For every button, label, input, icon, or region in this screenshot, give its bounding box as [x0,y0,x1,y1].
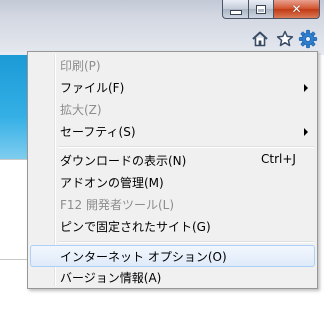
menu-item-label: セーフティ(S) [60,125,136,139]
menu-item-label: アドオンの管理(M) [60,176,164,190]
menu-item-developer-tools[interactable]: F12 開発者ツール(L) [30,193,315,215]
menu-item-file[interactable]: ファイル(F) [30,76,315,98]
menu-item-label: 印刷(P) [60,59,101,73]
menu-item-view-downloads[interactable]: ダウンロードの表示(N) Ctrl+J [30,149,315,171]
menu-item-internet-options[interactable]: インターネット オプション(O) [30,245,315,267]
page-banner [0,55,27,159]
menu-item-label: 拡大(Z) [60,103,102,117]
menu-item-label: バージョン情報(A) [60,271,162,285]
home-icon [252,31,268,47]
menu-item-safety[interactable]: セーフティ(S) [30,120,315,142]
menu-item-zoom[interactable]: 拡大(Z) [30,98,315,120]
menu-separator [58,146,314,148]
menu-item-about[interactable]: バージョン情報(A) [30,266,315,288]
maximize-icon [256,4,266,14]
gear-icon [298,29,318,49]
star-icon [276,30,294,47]
tools-button[interactable] [298,29,318,49]
command-icons [250,29,320,49]
page-content-right [318,55,324,332]
caption-buttons: ✕ [222,0,320,20]
menu-item-label: ダウンロードの表示(N) [60,154,187,168]
submenu-arrow-icon [304,128,308,136]
menu-item-label: F12 開発者ツール(L) [60,198,175,212]
minimize-button[interactable] [222,0,249,19]
menu-item-label: ファイル(F) [60,81,125,95]
menu-item-shortcut: Ctrl+J [261,152,296,166]
menu-item-print[interactable]: 印刷(P) [30,54,315,76]
maximize-button[interactable] [249,0,274,19]
menu-item-manage-addons[interactable]: アドオンの管理(M) [30,171,315,193]
tools-menu: 印刷(P) ファイル(F) 拡大(Z) セーフティ(S) ダウンロードの表示(N… [27,51,318,289]
page-panel [0,159,27,260]
home-button[interactable] [250,29,270,49]
menu-item-pinned-sites[interactable]: ピンで固定されたサイト(G) [30,215,315,237]
close-icon: ✕ [291,2,302,16]
minimize-icon [229,9,242,15]
submenu-arrow-icon [304,84,308,92]
close-button[interactable]: ✕ [274,0,320,19]
favorites-button[interactable] [275,29,295,49]
menu-item-label: インターネット オプション(O) [60,250,227,264]
menu-item-label: ピンで固定されたサイト(G) [60,220,211,234]
menu-separator [58,241,314,243]
